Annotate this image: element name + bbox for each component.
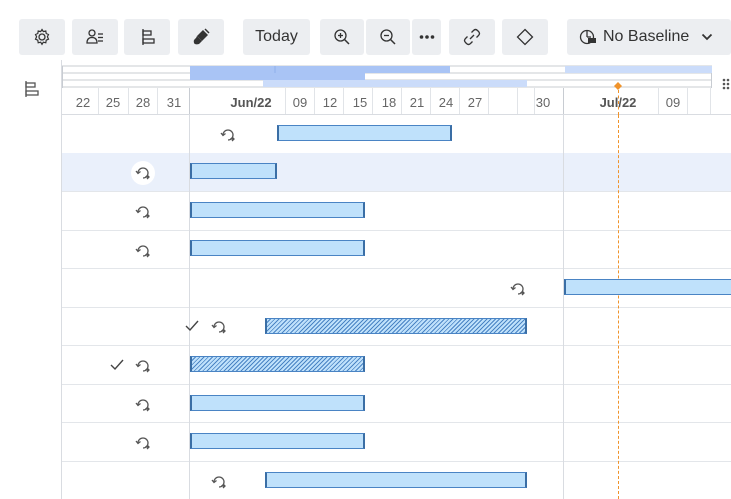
- overview-bar: [190, 66, 450, 73]
- date-label: 09: [292, 95, 308, 110]
- more-icon: [419, 35, 434, 39]
- task-bar[interactable]: [265, 472, 527, 488]
- zoom-in-button[interactable]: [320, 19, 364, 55]
- task-bar[interactable]: [190, 433, 365, 449]
- baseline-dropdown[interactable]: No Baseline: [567, 19, 731, 55]
- today-button[interactable]: Today: [243, 19, 310, 55]
- gantt-row[interactable]: [62, 423, 731, 462]
- overview-bar: [263, 80, 527, 87]
- recurring-task-icon[interactable]: [219, 126, 237, 144]
- date-label: 24: [438, 95, 454, 110]
- task-bar[interactable]: [190, 240, 365, 256]
- today-marker-line: [618, 115, 619, 499]
- recurring-task-icon[interactable]: [210, 473, 228, 491]
- link-button[interactable]: [449, 19, 495, 55]
- gantt-row[interactable]: [62, 346, 731, 385]
- drag-handle-icon[interactable]: [722, 78, 730, 90]
- today-label: Today: [255, 28, 298, 45]
- left-panel: [0, 60, 62, 499]
- overview-bar: [565, 66, 712, 73]
- date-label: 21: [409, 95, 425, 110]
- recurring-task-icon[interactable]: [509, 280, 527, 298]
- recurring-task-icon[interactable]: [134, 357, 152, 375]
- check-icon: [110, 359, 124, 371]
- grouping-button[interactable]: [124, 19, 170, 55]
- recurring-task-icon[interactable]: [134, 242, 152, 260]
- baseline-label: No Baseline: [603, 28, 690, 45]
- date-label: 30: [535, 95, 551, 110]
- assignees-button[interactable]: [72, 19, 118, 55]
- recurring-task-icon[interactable]: [134, 396, 152, 414]
- task-bar-completed[interactable]: [265, 318, 527, 334]
- paint-button[interactable]: [178, 19, 224, 55]
- date-label: 12: [322, 95, 338, 110]
- task-bar[interactable]: [190, 202, 365, 218]
- milestone-button[interactable]: [502, 19, 548, 55]
- date-label: 27: [467, 95, 483, 110]
- month-separator: [563, 115, 564, 499]
- gantt-row-selected[interactable]: [62, 153, 731, 192]
- settings-icon: [34, 28, 50, 46]
- date-label: 22: [75, 95, 91, 110]
- date-label-month: Jun/22: [230, 95, 272, 110]
- assignees-icon: [86, 29, 103, 44]
- milestone-icon: [516, 28, 534, 46]
- gantt-row[interactable]: [62, 192, 731, 231]
- task-bar[interactable]: [564, 279, 731, 295]
- gantt-row[interactable]: [62, 230, 731, 269]
- task-bar[interactable]: [190, 163, 277, 179]
- recurring-task-icon[interactable]: [134, 203, 152, 221]
- gantt-grid: [62, 115, 731, 499]
- task-bar[interactable]: [190, 395, 365, 411]
- date-label: 09: [665, 95, 681, 110]
- baseline-icon: [579, 29, 596, 45]
- task-bar-completed[interactable]: [190, 356, 365, 372]
- zoom-out-button[interactable]: [366, 19, 410, 55]
- gantt-view-icon[interactable]: [22, 80, 40, 98]
- overview-bar: [190, 73, 365, 80]
- today-marker-line-header: [618, 90, 619, 115]
- link-icon: [463, 28, 481, 46]
- paint-icon: [193, 28, 210, 45]
- date-scale: 22 25 28 31 Jun/22 09 12 15 18 21 24 27 …: [62, 88, 731, 114]
- toolbar: Today No Baseline: [0, 0, 731, 60]
- recurring-task-icon[interactable]: [210, 318, 228, 336]
- timeline-header: 22 25 28 31 Jun/22 09 12 15 18 21 24 27 …: [62, 60, 731, 115]
- today-marker-icon: [614, 82, 622, 90]
- date-label: 28: [135, 95, 151, 110]
- recurring-task-icon[interactable]: [134, 164, 152, 182]
- task-bar[interactable]: [277, 125, 452, 141]
- date-label: 25: [105, 95, 121, 110]
- check-icon: [185, 320, 199, 332]
- chevron-down-icon: [702, 33, 713, 41]
- settings-button[interactable]: [19, 19, 65, 55]
- zoom-in-icon: [334, 29, 350, 45]
- recurring-task-icon[interactable]: [134, 434, 152, 452]
- date-label: 31: [166, 95, 182, 110]
- gantt-row[interactable]: [62, 384, 731, 423]
- zoom-out-icon: [380, 29, 396, 45]
- grouping-icon: [142, 29, 155, 45]
- more-button[interactable]: [412, 19, 441, 55]
- date-label: 15: [352, 95, 368, 110]
- date-label: 18: [381, 95, 397, 110]
